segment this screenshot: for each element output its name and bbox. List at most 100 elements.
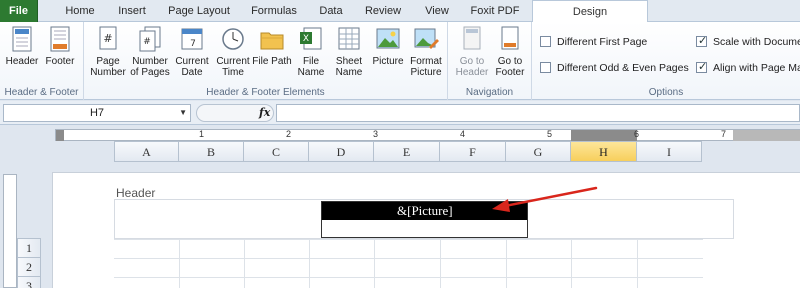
ruler-number: 4: [460, 129, 466, 139]
group-label-header-footer-elements: Header & Footer Elements: [206, 87, 325, 98]
grid-line: [114, 277, 703, 278]
name-box-value: H7: [89, 107, 105, 119]
excel-file-icon: X: [300, 27, 322, 50]
ruler-number: 6: [634, 129, 640, 139]
header-picture-field[interactable]: &[Picture]: [397, 203, 453, 219]
number-of-pages-icon: #: [139, 26, 161, 52]
page-number-button[interactable]: # Page Number: [88, 25, 128, 78]
sheet-name-label: Sheet Name: [335, 56, 363, 78]
grid-line: [179, 239, 180, 288]
column-header-a[interactable]: A: [114, 141, 179, 162]
clock-icon: [222, 28, 244, 50]
group-header-footer-elements: # Page Number # Number of Pages 7 Curren…: [84, 22, 448, 100]
column-header-b[interactable]: B: [179, 141, 244, 162]
ribbon-tab-bar: File Home Insert Page Layout Formulas Da…: [0, 0, 800, 23]
column-header-h[interactable]: H: [571, 141, 637, 162]
row-header-2[interactable]: 2: [17, 257, 41, 277]
svg-text:#: #: [143, 37, 151, 47]
tab-page-layout[interactable]: Page Layout: [164, 0, 234, 22]
footer-button[interactable]: Footer: [40, 25, 80, 67]
picture-icon: [376, 28, 400, 49]
ruler-margin-left: [56, 130, 64, 141]
formula-input[interactable]: [276, 104, 800, 122]
grid-line: [440, 239, 441, 288]
header-area-label: Header: [116, 186, 156, 200]
header-icon: [12, 26, 32, 52]
ruler-number: 1: [199, 129, 205, 139]
column-header-g[interactable]: G: [506, 141, 571, 162]
go-to-header-icon: [463, 26, 481, 50]
grid-line: [309, 239, 310, 288]
tab-file[interactable]: File: [0, 0, 38, 22]
tab-view[interactable]: View: [418, 0, 456, 22]
current-date-button[interactable]: 7 Current Date: [172, 25, 212, 78]
align-with-margins-option[interactable]: Align with Page Margins: [696, 60, 800, 74]
column-header-i[interactable]: I: [637, 141, 702, 162]
tab-formulas[interactable]: Formulas: [246, 0, 302, 22]
different-odd-even-option[interactable]: Different Odd & Even Pages: [540, 62, 689, 74]
worksheet-grid[interactable]: [114, 239, 703, 288]
align-with-margins-label: Align with Page Margins: [713, 62, 800, 74]
scale-with-document-option[interactable]: Scale with Document: [696, 34, 800, 48]
tab-data[interactable]: Data: [312, 0, 350, 22]
different-odd-even-label: Different Odd & Even Pages: [557, 62, 689, 74]
go-to-footer-label: Go to Footer: [495, 56, 525, 78]
calendar-icon: 7: [181, 28, 203, 50]
different-first-page-option[interactable]: Different First Page: [540, 36, 647, 48]
format-picture-button[interactable]: Format Picture: [406, 25, 446, 78]
page-layout-view: Header &[Picture]: [52, 172, 800, 288]
sheet-name-button[interactable]: Sheet Name: [329, 25, 369, 78]
tab-review[interactable]: Review: [360, 0, 406, 22]
name-box[interactable]: H7 ▼: [3, 104, 191, 122]
horizontal-ruler: 1 2 3 4 5 6 7: [55, 129, 800, 141]
column-header-f[interactable]: F: [440, 141, 506, 162]
header-center-section[interactable]: &[Picture]: [321, 201, 528, 238]
go-to-header-button[interactable]: Go to Header: [452, 25, 492, 78]
column-header-e[interactable]: E: [374, 141, 440, 162]
different-odd-even-checkbox[interactable]: [540, 62, 551, 73]
file-name-button[interactable]: X File Name: [291, 25, 331, 78]
grid-line: [244, 239, 245, 288]
row-header-1[interactable]: 1: [17, 238, 41, 258]
grid-line: [374, 239, 375, 288]
insert-function-icon[interactable]: fx: [259, 106, 270, 119]
grid-line: [571, 239, 572, 288]
row-header-3[interactable]: 3: [17, 276, 41, 288]
tab-insert[interactable]: Insert: [108, 0, 156, 22]
go-to-footer-icon: [501, 26, 519, 50]
name-box-dropdown-icon[interactable]: ▼: [179, 105, 187, 121]
grid-line: [114, 239, 703, 240]
different-first-page-label: Different First Page: [557, 36, 648, 48]
format-picture-label: Format Picture: [410, 56, 442, 78]
tab-foxit-pdf[interactable]: Foxit PDF: [466, 0, 524, 22]
align-with-margins-checkbox[interactable]: [696, 60, 707, 73]
go-to-footer-button[interactable]: Go to Footer: [490, 25, 530, 78]
picture-button[interactable]: Picture: [368, 25, 408, 67]
ribbon: Header Footer Header & Footer # Page Num…: [0, 22, 800, 100]
column-header-d[interactable]: D: [309, 141, 374, 162]
number-of-pages-label: Number of Pages: [130, 56, 170, 78]
different-first-page-checkbox[interactable]: [540, 36, 551, 47]
svg-text:7: 7: [190, 39, 196, 49]
ruler-number: 5: [547, 129, 553, 139]
ruler-number: 2: [286, 129, 292, 139]
ruler-selected-segment: [571, 130, 637, 141]
header-button[interactable]: Header: [2, 25, 42, 67]
number-of-pages-button[interactable]: # Number of Pages: [130, 25, 170, 78]
footer-button-label: Footer: [45, 56, 75, 67]
sheet-icon: [338, 27, 360, 50]
column-header-c[interactable]: C: [244, 141, 309, 162]
tab-design[interactable]: Design: [532, 0, 648, 23]
current-date-label: Current Date: [175, 56, 209, 78]
current-time-button[interactable]: Current Time: [213, 25, 253, 78]
scale-with-document-checkbox[interactable]: [696, 34, 707, 47]
format-picture-icon: [414, 28, 439, 49]
tab-home[interactable]: Home: [56, 0, 104, 22]
grid-line: [637, 239, 638, 288]
file-path-label: File Path: [252, 56, 292, 67]
vertical-ruler: [3, 174, 17, 288]
formula-controls: fx: [196, 104, 274, 122]
formula-bar: H7 ▼ fx: [0, 101, 800, 125]
grid-line: [114, 258, 703, 259]
file-path-button[interactable]: File Path: [252, 25, 292, 67]
